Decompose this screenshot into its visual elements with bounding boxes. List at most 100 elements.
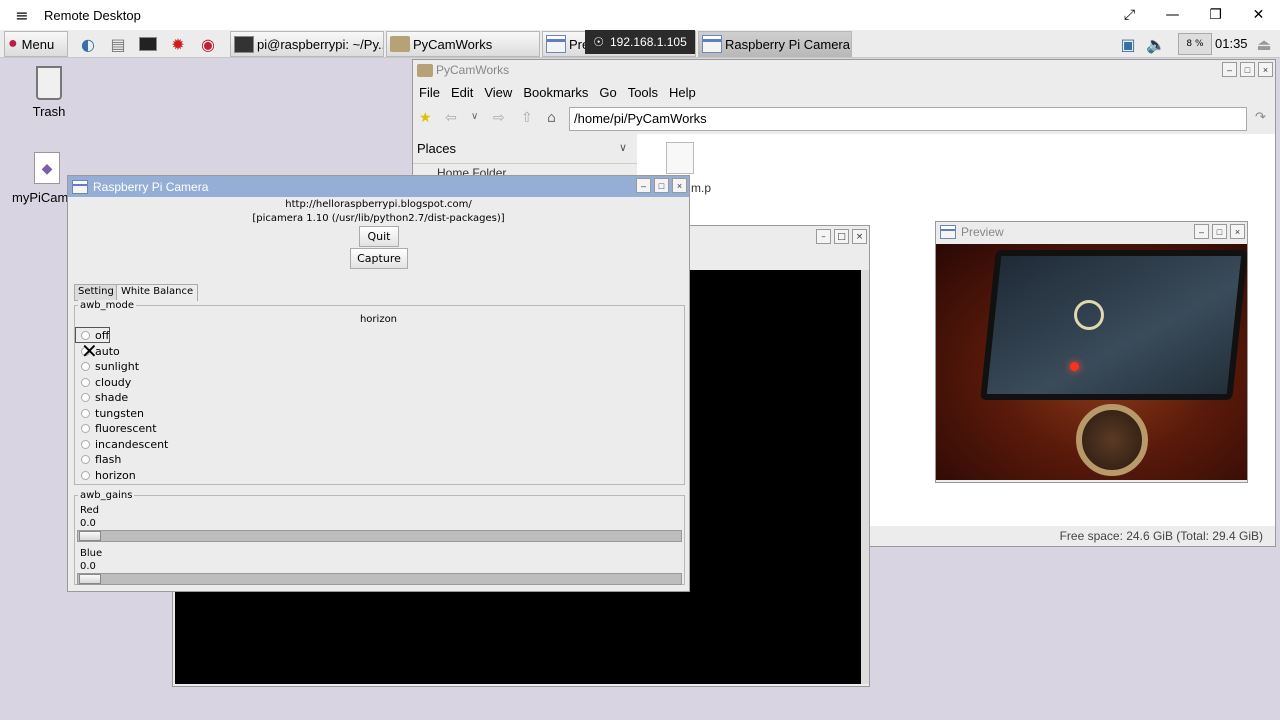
- connection-bar[interactable]: ☉ 192.168.1.105: [585, 30, 695, 54]
- task-raspberry-pi-camera[interactable]: Raspberry Pi Camera: [698, 31, 852, 57]
- file-label[interactable]: m.p: [691, 181, 711, 195]
- radio-incandescent-label: incandescent: [95, 437, 169, 451]
- radio-horizon-label: horizon: [95, 468, 136, 482]
- radio-shade-circle[interactable]: [81, 392, 90, 402]
- window-icon: [546, 35, 566, 53]
- taskbar: ● Menu ◐ ▤ ✹ ◉ pi@raspberrypi: ~/Py... P…: [0, 30, 1280, 58]
- radio-fluorescent[interactable]: fluorescent: [81, 421, 157, 435]
- task-camera-label: Raspberry Pi Camera: [725, 36, 850, 52]
- preview-window: Preview – □ ×: [935, 221, 1248, 483]
- menu-tools[interactable]: Tools: [628, 85, 658, 100]
- network-icon[interactable]: ▣: [1116, 32, 1140, 56]
- radio-fluorescent-circle[interactable]: [81, 423, 90, 433]
- tab-white-balance[interactable]: White Balance: [116, 284, 199, 301]
- back-icon[interactable]: ⇦: [445, 110, 457, 126]
- minimize-icon[interactable]: –: [636, 178, 651, 193]
- wolfram-icon[interactable]: ◉: [196, 32, 220, 56]
- go-icon[interactable]: ↷: [1255, 110, 1266, 125]
- mypicam-label: myPiCam: [12, 190, 69, 205]
- close-icon[interactable]: ×: [852, 229, 867, 244]
- minimize-icon[interactable]: –: [1222, 62, 1237, 77]
- fullscreen-icon[interactable]: ⤢: [1108, 0, 1151, 30]
- minimize-icon[interactable]: –: [1194, 224, 1209, 239]
- menu-edit[interactable]: Edit: [451, 85, 473, 100]
- terminal-icon[interactable]: [136, 32, 160, 56]
- radio-tungsten[interactable]: tungsten: [81, 406, 144, 420]
- places-header[interactable]: Places ∨: [413, 134, 637, 164]
- desktop-icon-trash[interactable]: Trash: [24, 66, 74, 119]
- minimize-icon[interactable]: –: [816, 229, 831, 244]
- folder-icon: [417, 63, 433, 77]
- file-manager-icon[interactable]: ▤: [106, 32, 130, 56]
- hamburger-menu-icon[interactable]: ≡: [0, 6, 44, 25]
- awb-mode-frame: [74, 305, 685, 485]
- file-manager-toolbar: ★ ⇦ ∨ ⇨ ⇧ ⌂ /home/pi/PyCamWorks ↷: [413, 104, 1275, 134]
- radio-incandescent-circle[interactable]: [81, 439, 90, 449]
- menu-bookmarks[interactable]: Bookmarks: [523, 85, 588, 100]
- tab-setting[interactable]: Setting: [74, 284, 118, 301]
- path-input[interactable]: /home/pi/PyCamWorks: [569, 107, 1247, 131]
- up-icon[interactable]: ⇧: [521, 110, 533, 126]
- radio-incandescent[interactable]: incandescent: [81, 437, 168, 451]
- menu-button[interactable]: ● Menu: [4, 31, 68, 57]
- home-icon[interactable]: ⌂: [547, 110, 556, 126]
- desktop-icon-mypicam[interactable]: ◆ myPiCam: [12, 152, 72, 205]
- python-file-icon: ◆: [34, 152, 60, 184]
- radio-horizon-circle[interactable]: [81, 470, 90, 480]
- trash-icon: [36, 66, 62, 100]
- places-label: Places: [417, 141, 457, 156]
- radio-cloudy-circle[interactable]: [81, 377, 90, 387]
- history-dropdown-icon[interactable]: ∨: [471, 111, 478, 122]
- scrollbar[interactable]: [861, 270, 869, 684]
- file-manager-menubar: File Edit View Bookmarks Go Tools Help: [413, 80, 1275, 104]
- awb-mode-label: awb_mode: [78, 300, 137, 311]
- trash-label: Trash: [32, 104, 66, 119]
- chevron-down-icon[interactable]: ∨: [619, 141, 627, 154]
- browser-icon[interactable]: ◐: [76, 32, 100, 56]
- red-slider[interactable]: [77, 530, 682, 542]
- maximize-icon[interactable]: ❐: [1194, 0, 1237, 30]
- menu-file[interactable]: File: [419, 85, 440, 100]
- close-icon[interactable]: ×: [672, 178, 687, 193]
- capture-button[interactable]: Capture: [350, 248, 408, 269]
- blue-slider-handle[interactable]: [79, 574, 101, 584]
- close-icon[interactable]: ×: [1258, 62, 1273, 77]
- camera-title: Raspberry Pi Camera: [93, 179, 209, 194]
- terminal-window-icon: [234, 35, 254, 53]
- eject-icon[interactable]: ⏏: [1252, 32, 1276, 56]
- menu-button-label: Menu: [21, 36, 55, 52]
- radio-shade[interactable]: shade: [81, 390, 128, 404]
- close-icon[interactable]: ×: [1230, 224, 1245, 239]
- maximize-icon[interactable]: □: [1240, 62, 1255, 77]
- red-slider-handle[interactable]: [79, 531, 101, 541]
- radio-tungsten-circle[interactable]: [81, 408, 90, 418]
- math-icon[interactable]: ✹: [166, 32, 190, 56]
- window-icon: [940, 225, 956, 239]
- maximize-icon[interactable]: □: [1212, 224, 1227, 239]
- task-terminal[interactable]: pi@raspberrypi: ~/Py...: [230, 31, 384, 57]
- forward-icon[interactable]: ⇨: [493, 110, 505, 126]
- menu-help[interactable]: Help: [669, 85, 696, 100]
- camera-preview-image: [936, 244, 1247, 480]
- radio-flash-circle[interactable]: [81, 454, 90, 464]
- task-pycamworks[interactable]: PyCamWorks: [386, 31, 540, 57]
- menu-view[interactable]: View: [484, 85, 512, 100]
- radio-cloudy-label: cloudy: [95, 375, 132, 389]
- maximize-icon[interactable]: □: [654, 178, 669, 193]
- maximize-icon[interactable]: □: [834, 229, 849, 244]
- new-tab-icon[interactable]: ★: [419, 110, 432, 126]
- radio-flash[interactable]: flash: [81, 452, 121, 466]
- red-light-icon: [1070, 362, 1079, 371]
- window-icon: [72, 179, 88, 194]
- volume-icon[interactable]: 🔈: [1144, 32, 1168, 56]
- blue-slider[interactable]: [77, 573, 682, 585]
- menu-go[interactable]: Go: [599, 85, 616, 100]
- quit-button[interactable]: Quit: [359, 226, 399, 247]
- preview-titlebar: Preview – □ ×: [936, 222, 1247, 242]
- file-icon[interactable]: [666, 142, 694, 174]
- radio-horizon[interactable]: horizon: [81, 468, 136, 482]
- file-manager-titlebar: PyCamWorks – □ ×: [413, 60, 1275, 80]
- close-icon[interactable]: ✕: [1237, 0, 1280, 30]
- minimize-icon[interactable]: —: [1151, 0, 1194, 30]
- radio-cloudy[interactable]: cloudy: [81, 375, 131, 389]
